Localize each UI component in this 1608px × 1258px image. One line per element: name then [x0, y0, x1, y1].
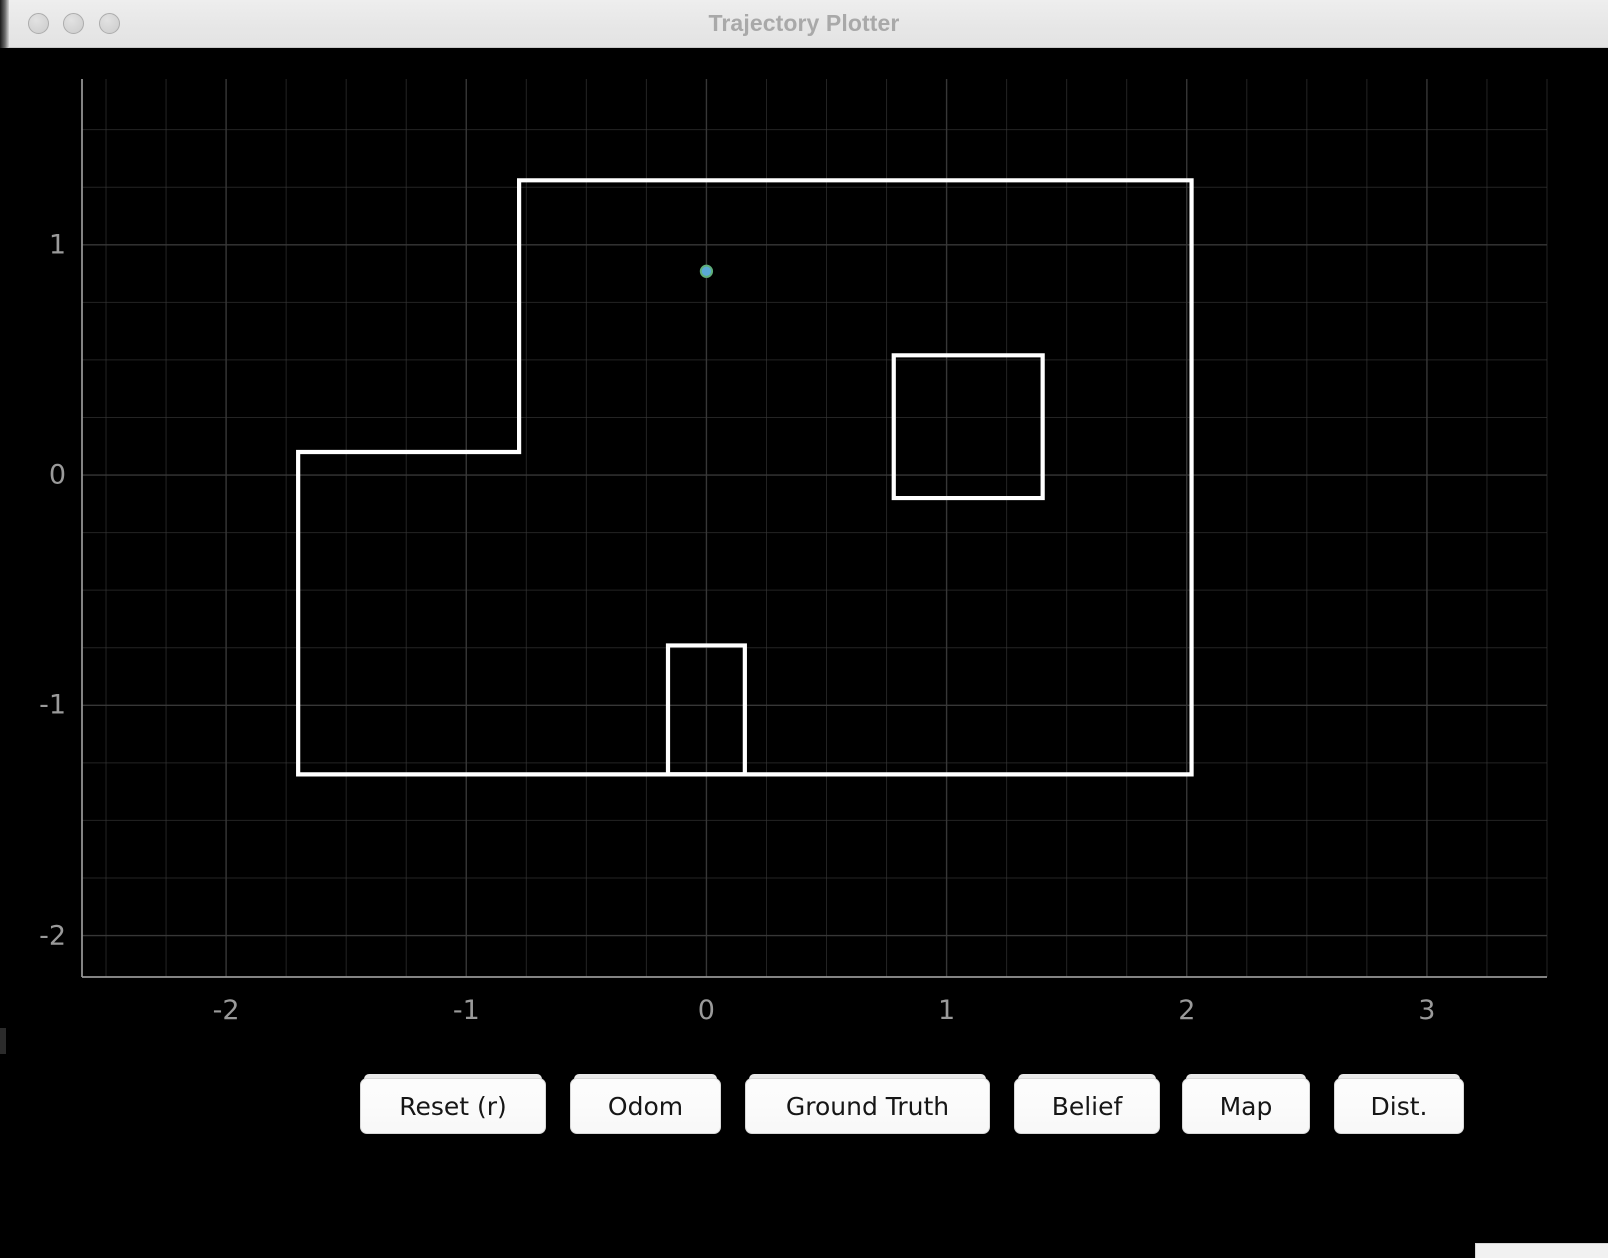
y-axis-tick-label: -2: [39, 920, 66, 952]
map-button[interactable]: Map: [1182, 1078, 1310, 1134]
x-axis-tick-label: -2: [212, 995, 240, 1026]
x-axis-tick-label: 0: [697, 995, 715, 1026]
odom-button[interactable]: Odom: [570, 1078, 721, 1134]
window-titlebar: Trajectory Plotter: [0, 0, 1608, 48]
horizontal-scrollbar[interactable]: [1475, 1243, 1608, 1258]
x-axis-tick-label: 1: [938, 995, 956, 1026]
window-title: Trajectory Plotter: [708, 10, 900, 36]
dist-button[interactable]: Dist.: [1334, 1078, 1464, 1134]
plot-canvas[interactable]: 1 0 -1 -2 -2 -1 0 1 2 3 Reset (r) Odom Ground Truth…: [0, 48, 1608, 1258]
y-axis-tick-label: -1: [39, 689, 66, 721]
series-obstacle-upper: [891, 353, 1045, 501]
x-axis-tick-label: 2: [1178, 995, 1196, 1026]
belief-button[interactable]: Belief: [1014, 1078, 1160, 1134]
x-axis-tick-label: 3: [1418, 995, 1436, 1026]
y-axis-tick-label: 1: [48, 229, 66, 261]
application-window: Trajectory Plotter 1 0 -1 -2 -2 -1 0 1 2 3 Reset …: [0, 0, 1608, 1258]
y-axis-tick-label: 0: [48, 459, 66, 491]
x-axis-tick-label: -1: [452, 995, 480, 1026]
reset-button[interactable]: Reset (r): [360, 1078, 546, 1134]
left-edge-marker: [0, 1028, 6, 1054]
ground-truth-button[interactable]: Ground Truth: [745, 1078, 990, 1134]
control-button-bar: Reset (r) Odom Ground Truth Belief Map Dist.: [0, 1074, 1608, 1148]
marker-robot-pose: [699, 264, 714, 278]
grid-lines: [82, 79, 1548, 977]
